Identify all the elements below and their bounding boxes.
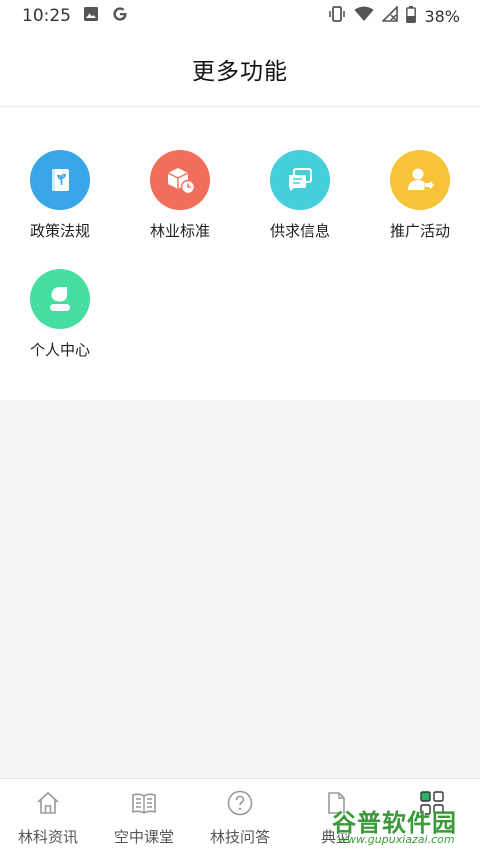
function-policy[interactable]: 政策法规 xyxy=(0,150,120,260)
function-standard[interactable]: 林业标准 xyxy=(120,150,240,260)
function-label: 供求信息 xyxy=(269,222,330,240)
policy-book-icon xyxy=(30,150,90,210)
tab-label: 林科资讯 xyxy=(17,828,78,846)
status-bar: 10:25 38% xyxy=(0,0,480,32)
function-personal-center[interactable]: 个人中心 xyxy=(0,269,120,379)
function-supply[interactable]: 供求信息 xyxy=(240,150,360,260)
google-notification-icon xyxy=(111,5,129,27)
watermark: 谷普软件园 www.gupuxiazai.com xyxy=(332,803,474,851)
standard-box-clock-icon xyxy=(150,150,210,210)
function-promotion[interactable]: 推广活动 xyxy=(360,150,480,260)
personal-center-icon xyxy=(30,269,90,329)
function-label: 林业标准 xyxy=(149,222,210,240)
tab-label: 林技问答 xyxy=(209,828,270,846)
page-title: 更多功能 xyxy=(192,59,288,85)
tab-air-classroom[interactable]: 空中课堂 xyxy=(96,779,192,854)
image-notification-icon xyxy=(83,6,99,26)
function-label: 个人中心 xyxy=(29,341,90,359)
watermark-url: www.gupuxiazai.com xyxy=(338,833,455,846)
battery-icon xyxy=(406,5,417,27)
status-time: 10:25 xyxy=(22,6,71,26)
tab-label: 空中课堂 xyxy=(113,828,174,846)
wifi-icon xyxy=(354,6,374,26)
battery-percent: 38% xyxy=(424,6,460,26)
no-signal-icon xyxy=(381,5,399,26)
title-bar: 更多功能 xyxy=(0,32,480,107)
function-grid: 政策法规 林业标准 供求信息 推广活动 个人中心 xyxy=(0,107,480,400)
function-label: 政策法规 xyxy=(29,222,90,240)
function-label: 推广活动 xyxy=(389,222,450,240)
tab-tech-qa[interactable]: 林技问答 xyxy=(192,779,288,854)
supply-chat-icon xyxy=(270,150,330,210)
book-icon xyxy=(130,789,158,821)
promotion-user-icon xyxy=(390,150,450,210)
tab-forestry-news[interactable]: 林科资讯 xyxy=(0,779,96,854)
vibrate-icon xyxy=(328,6,346,26)
question-icon xyxy=(226,789,254,821)
home-icon xyxy=(34,789,62,821)
